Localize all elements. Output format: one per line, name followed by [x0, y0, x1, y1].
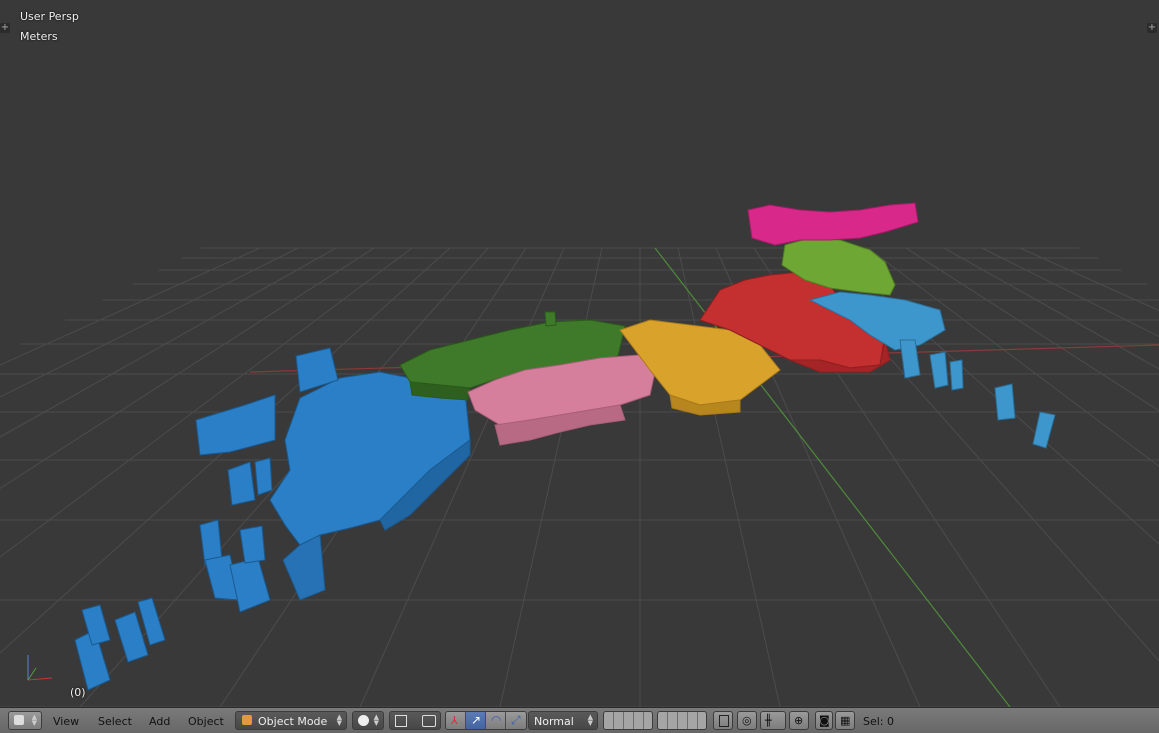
- map-model: [74, 202, 1056, 691]
- mode-dropdown-label: Object Mode: [258, 715, 328, 728]
- editor-type-button[interactable]: ▲ ▼: [8, 711, 42, 730]
- transform-orientation-label: Normal: [534, 715, 574, 728]
- selection-count-label: Sel: 0: [863, 715, 895, 728]
- viewport-shading-dropdown[interactable]: ▲ ▼: [352, 711, 384, 730]
- layers-second-block[interactable]: [657, 711, 707, 730]
- region-hokkaido: [747, 202, 919, 246]
- viewport-canvas: [0, 202, 1159, 707]
- viewport-header: ▲ ▼ View Select Add Object Object Mode ▲ ▼…: [0, 707, 1159, 733]
- menu-view[interactable]: View: [53, 715, 79, 728]
- view-name-label: User Persp: [20, 10, 79, 23]
- lock-camera-icon[interactable]: [713, 711, 733, 730]
- manipulator-icon[interactable]: ⅄: [446, 712, 466, 729]
- snap-icon[interactable]: ⊕: [789, 711, 809, 730]
- opengl-render-icon[interactable]: ▦: [835, 711, 855, 730]
- orientation-arrow-icon: ▲ ▼: [587, 713, 593, 727]
- scale-icon[interactable]: ⤢: [506, 712, 526, 729]
- region-kyushu: [74, 347, 471, 691]
- pivot-point-group[interactable]: [389, 711, 441, 730]
- pivot-point-icon: [395, 715, 407, 727]
- object-mode-icon: [242, 715, 252, 725]
- manipulator-group[interactable]: ⅄ ↗ ◠ ⤢: [445, 711, 527, 730]
- transform-orientation-dropdown[interactable]: Normal ▲ ▼: [528, 711, 598, 730]
- proportional-edit-icon[interactable]: ◎: [737, 711, 757, 730]
- render-icon[interactable]: ◙: [815, 711, 833, 730]
- grid-line: [905, 247, 1159, 412]
- translate-icon[interactable]: ↗: [466, 712, 486, 729]
- mode-dropdown-arrow-icon: ▲ ▼: [336, 713, 342, 727]
- shading-arrow-icon: ▲ ▼: [373, 713, 379, 727]
- menu-object[interactable]: Object: [188, 715, 224, 728]
- frame-number-label: (0): [70, 686, 86, 699]
- region-plus-right-icon[interactable]: +: [1147, 23, 1157, 33]
- axis-gizmo: [27, 655, 53, 681]
- menu-add[interactable]: Add: [149, 715, 170, 728]
- editor-type-icon: [14, 715, 24, 725]
- rotate-icon[interactable]: ◠: [486, 712, 506, 729]
- units-label: Meters: [20, 30, 58, 43]
- viewport-shading-icon: [358, 715, 369, 726]
- mode-dropdown[interactable]: Object Mode ▲ ▼: [235, 711, 347, 730]
- menu-select[interactable]: Select: [98, 715, 132, 728]
- grid-line: [943, 247, 1159, 370]
- grid-line: [981, 247, 1159, 338]
- layers-icon[interactable]: [603, 711, 653, 730]
- snap-element-icon[interactable]: ╫: [760, 711, 786, 730]
- pivot-align-icon: [422, 715, 436, 727]
- region-plus-left-icon[interactable]: +: [0, 23, 10, 33]
- editor-type-arrow-icon: ▲ ▼: [31, 713, 37, 727]
- 3d-viewport[interactable]: User Persp Meters (0) + +: [0, 0, 1159, 707]
- floor-grid: [0, 247, 1159, 707]
